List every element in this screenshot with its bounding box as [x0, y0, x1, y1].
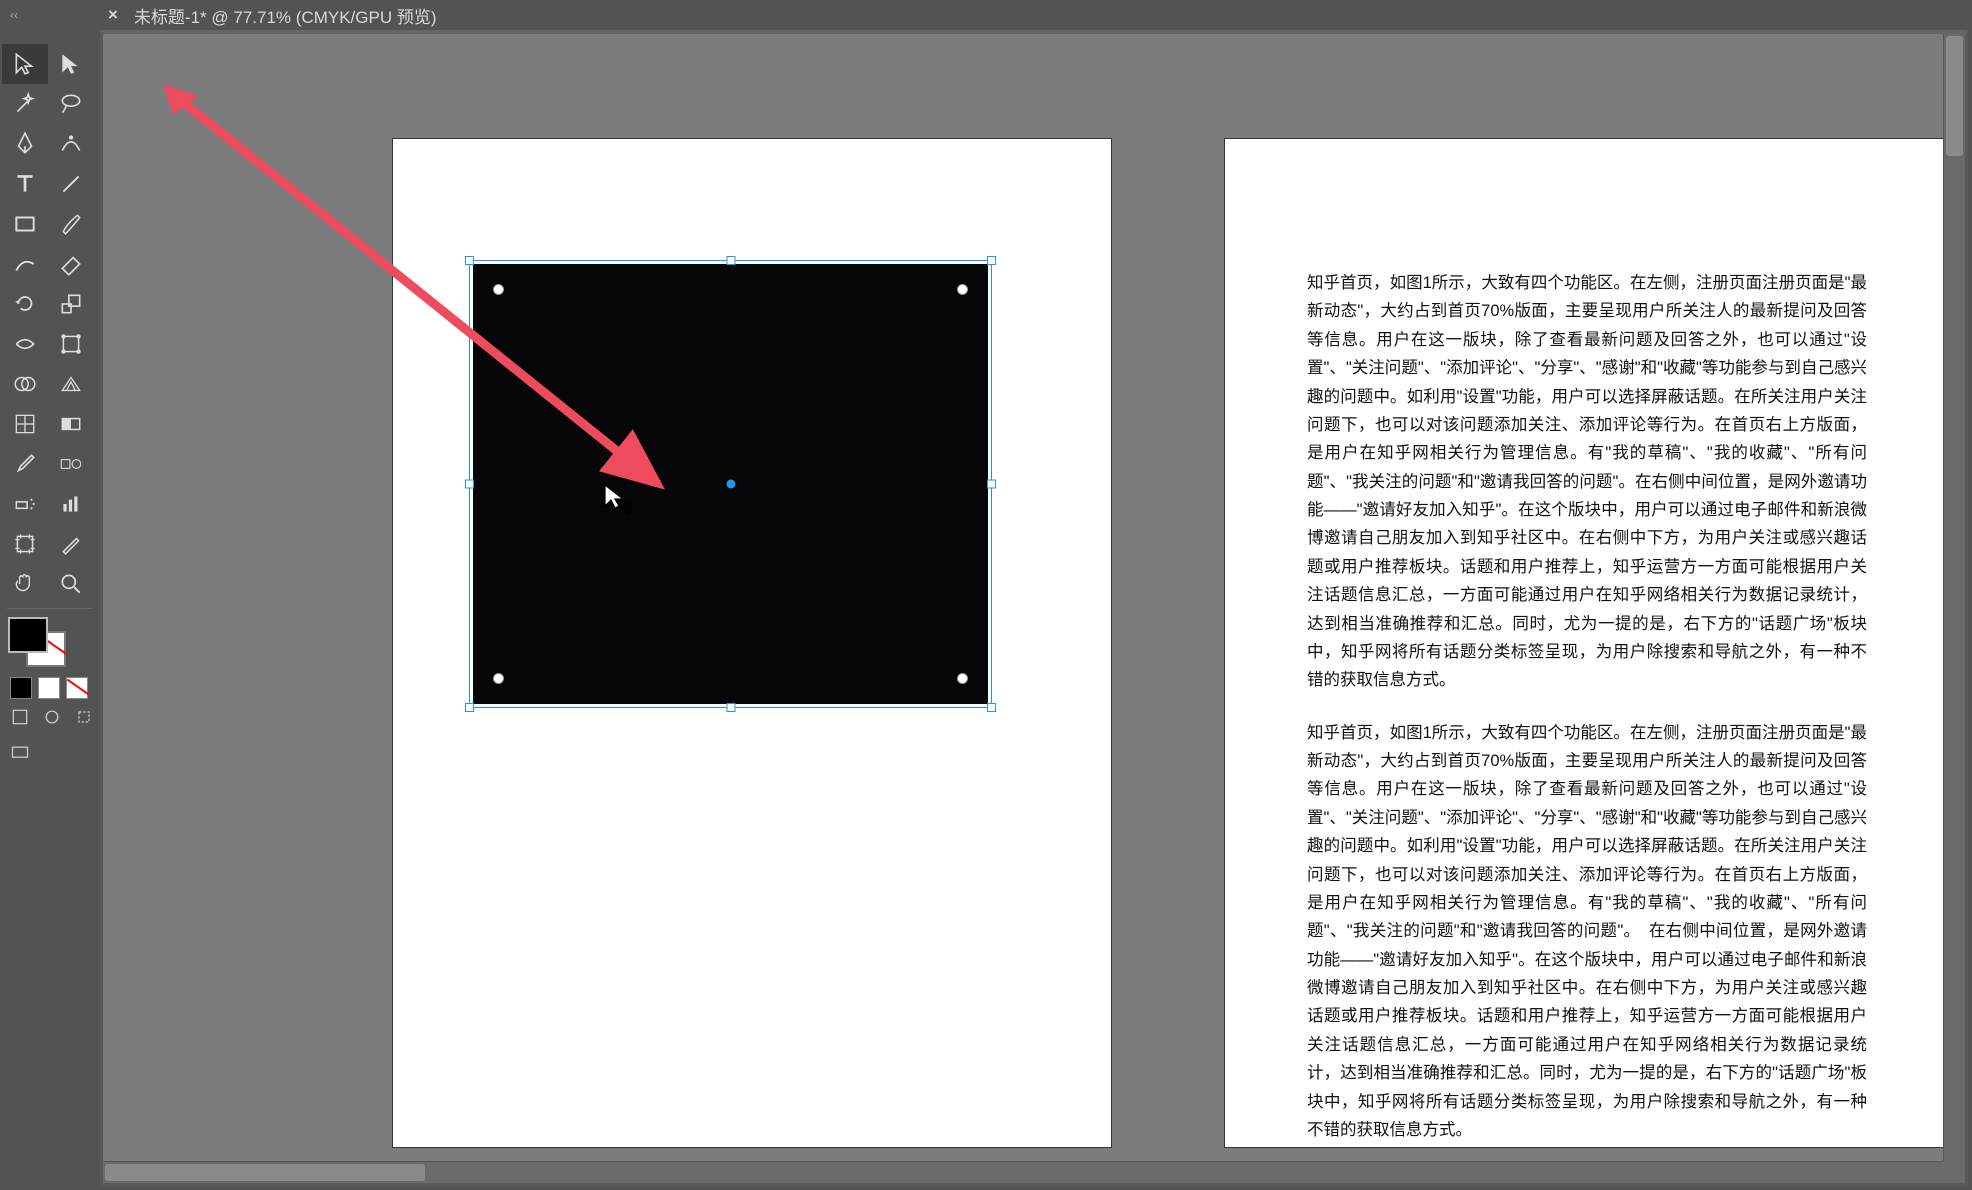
- type-tool[interactable]: [2, 164, 48, 204]
- pen-tool[interactable]: [2, 124, 48, 164]
- paintbrush-tool[interactable]: [48, 204, 94, 244]
- draw-mode-behind-icon[interactable]: [40, 705, 64, 729]
- toolbar-divider: [7, 608, 93, 609]
- paragraph-2: 知乎首页，如图1所示，大致有四个功能区。在左侧，注册页面注册页面是"最新动态"，…: [1307, 719, 1867, 1145]
- slice-tool[interactable]: [48, 524, 94, 564]
- paragraph-1: 知乎首页，如图1所示，大致有四个功能区。在左侧，注册页面注册页面是"最新动态"，…: [1307, 269, 1867, 695]
- text-frame[interactable]: 知乎首页，如图1所示，大致有四个功能区。在左侧，注册页面注册页面是"最新动态"，…: [1307, 269, 1867, 1168]
- scroll-corner: [1943, 1161, 1965, 1183]
- corner-widget-icon[interactable]: [493, 284, 504, 295]
- blend-tool[interactable]: [48, 444, 94, 484]
- eraser-tool[interactable]: [48, 244, 94, 284]
- gradient-mode-swatch[interactable]: [38, 677, 60, 699]
- shape-builder-tool[interactable]: [2, 364, 48, 404]
- mesh-tool[interactable]: [2, 404, 48, 444]
- magic-wand-tool[interactable]: [2, 84, 48, 124]
- corner-widget-icon[interactable]: [957, 284, 968, 295]
- none-mode-swatch[interactable]: [66, 677, 88, 699]
- corner-widget-icon[interactable]: [957, 673, 968, 684]
- selection-tool[interactable]: [2, 44, 48, 84]
- corner-widget-icon[interactable]: [493, 673, 504, 684]
- scroll-thumb[interactable]: [1946, 36, 1963, 156]
- draw-mode-normal-icon[interactable]: [8, 705, 32, 729]
- column-graph-tool[interactable]: [48, 484, 94, 524]
- screen-mode-icon[interactable]: [8, 741, 32, 765]
- zoom-tool[interactable]: [48, 564, 94, 604]
- document-tab-bar: ‹‹ × 未标题-1* @ 77.71% (CMYK/GPU 预览): [0, 0, 1972, 30]
- rectangle-tool[interactable]: [2, 204, 48, 244]
- fill-swatch[interactable]: [8, 617, 48, 653]
- line-segment-tool[interactable]: [48, 164, 94, 204]
- gradient-tool[interactable]: [48, 404, 94, 444]
- close-tab-button[interactable]: ×: [108, 5, 118, 25]
- draw-mode-inside-icon[interactable]: [72, 705, 96, 729]
- width-tool[interactable]: [2, 324, 48, 364]
- fill-stroke-indicator[interactable]: [2, 613, 94, 671]
- scroll-thumb[interactable]: [105, 1164, 425, 1181]
- hand-tool[interactable]: [2, 564, 48, 604]
- panel-collapse-icon[interactable]: ‹‹: [10, 8, 18, 22]
- black-rectangle-object[interactable]: [473, 264, 988, 704]
- perspective-grid-tool[interactable]: [48, 364, 94, 404]
- tools-panel: [0, 40, 100, 775]
- color-mode-swatch[interactable]: [10, 677, 32, 699]
- document-title[interactable]: 未标题-1* @ 77.71% (CMYK/GPU 预览): [134, 3, 437, 28]
- free-transform-tool[interactable]: [48, 324, 94, 364]
- lasso-tool[interactable]: [48, 84, 94, 124]
- direct-selection-tool[interactable]: [48, 44, 94, 84]
- vertical-scrollbar[interactable]: [1943, 34, 1965, 1161]
- eyedropper-tool[interactable]: [2, 444, 48, 484]
- artboard-tool[interactable]: [2, 524, 48, 564]
- canvas-viewport[interactable]: 知乎首页，如图1所示，大致有四个功能区。在左侧，注册页面注册页面是"最新动态"，…: [100, 30, 1968, 1186]
- shaper-tool[interactable]: [2, 244, 48, 284]
- artboard-2[interactable]: 知乎首页，如图1所示，大致有四个功能区。在左侧，注册页面注册页面是"最新动态"，…: [1225, 139, 1943, 1147]
- rotate-tool[interactable]: [2, 284, 48, 324]
- scale-tool[interactable]: [48, 284, 94, 324]
- horizontal-scrollbar[interactable]: [103, 1161, 1943, 1183]
- curvature-tool[interactable]: [48, 124, 94, 164]
- symbol-sprayer-tool[interactable]: [2, 484, 48, 524]
